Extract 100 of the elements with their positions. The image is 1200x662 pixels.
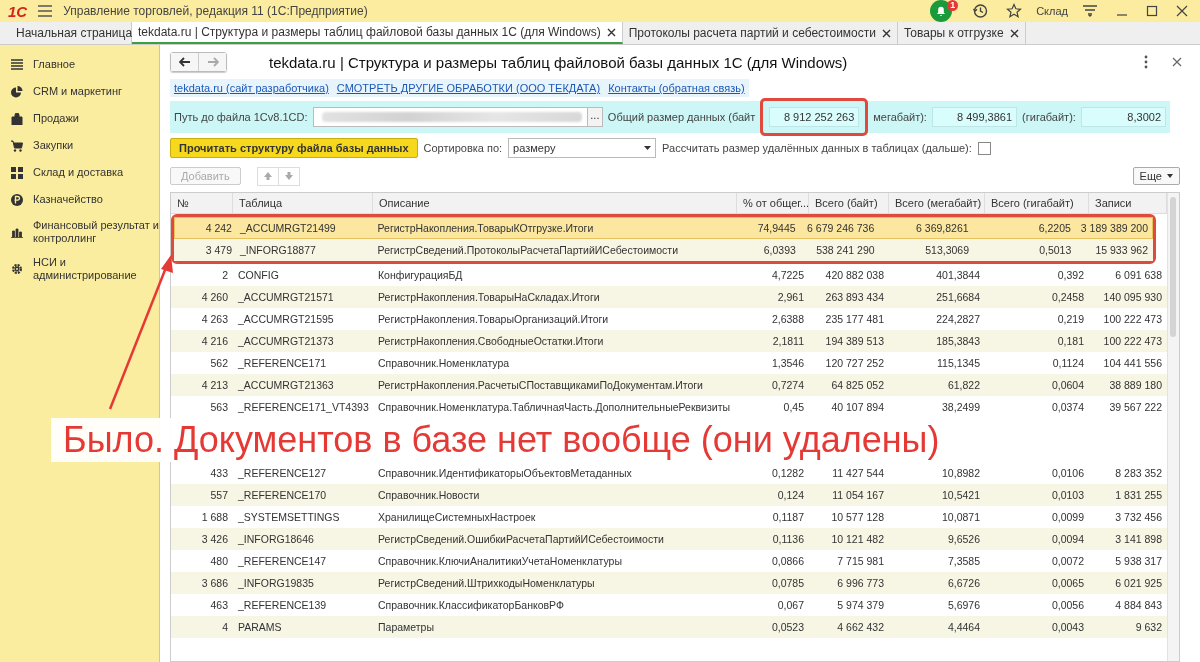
table-cell-text: Справочник.ИдентификаторыОбъектовМетаданных (377, 466, 633, 481)
column-header[interactable]: % от общег... (737, 193, 809, 213)
table-cell-text: _REFERENCE147 (237, 554, 328, 569)
table-cell-text: CONFIG (237, 268, 280, 283)
table-row[interactable]: 3 686 _INFORG19835 РегистрСведений.ШтрихкодыНоменклатуры 0,0785 6 996 773 6,6726 0,0065 6 021 925 (171, 572, 1167, 594)
close-icon[interactable] (1009, 28, 1019, 38)
user-name[interactable]: Склад (1036, 5, 1068, 17)
star-icon[interactable] (1006, 3, 1023, 19)
table-row[interactable]: 2 CONFIG КонфигурацияБД 4,7225 420 882 038 401,3844 0,392 6 091 638 (171, 264, 1167, 286)
forward-arrow-icon (206, 57, 219, 67)
table-cell-text: _REFERENCE171_VT4393 (237, 400, 370, 415)
column-header[interactable]: № (171, 193, 233, 213)
table-cell-text: 0,45 (782, 400, 805, 415)
tab[interactable]: Товары к отгрузке (897, 22, 1026, 44)
table-cell-text: 0,2458 (1050, 290, 1085, 305)
table-cell-text: 9 632 (1134, 620, 1163, 635)
close-icon[interactable] (1172, 57, 1182, 67)
table-cell-text: _INFORG19835 (237, 576, 315, 591)
table-cell-text: 513,3069 (924, 243, 970, 258)
field-label: Путь до файла 1Cv8.1CD: (174, 111, 308, 123)
table-cell-text: 0,5013 (1038, 243, 1073, 258)
table-cell-text: 6 091 638 (1114, 268, 1163, 283)
table-cell-text: 0,0523 (770, 620, 805, 635)
table-row[interactable]: 480 _REFERENCE147 Справочник.КлючиАналитикиУчетаНоменклатуры 0,0866 7 715 981 7,3585 0,0072 5 938 317 (171, 550, 1167, 572)
link[interactable]: tekdata.ru (сайт разработчика) (174, 82, 329, 94)
table-row[interactable]: 4 216 _ACCUMRGT21373 РегистрНакопления.СвободныеОстатки.Итоги 2,1811 194 389 513 185,3843 0,181 100 222 473 (171, 330, 1167, 352)
scrollbar[interactable] (1167, 193, 1179, 661)
bar-chart-icon (11, 225, 23, 238)
sort-dropdown[interactable]: размеру (508, 138, 657, 158)
sidebar-item[interactable]: Финансовый результат и контроллинг (0, 213, 159, 250)
table-cell-text: 6,2205 (1037, 221, 1072, 236)
notifications-button[interactable]: 1 (930, 0, 959, 22)
table-row[interactable]: 1 688 _SYSTEMSETTINGS ХранилищеСистемныхНастроек 0,1187 10 577 128 10,0871 0,0099 3 732 456 (171, 506, 1167, 528)
close-icon[interactable] (606, 27, 616, 37)
sidebar-item[interactable]: Казначейство (0, 186, 159, 213)
size-mb-field: 8 499,3861 (931, 107, 1018, 127)
tab[interactable]: Протоколы расчета партий и себестоимости (622, 22, 898, 44)
browse-button[interactable]: ... (586, 108, 602, 126)
window-title: Управление торговлей, редакция 11 (1С:Предприятие) (63, 4, 368, 18)
table-row[interactable]: 3 479 _INFORG18877 РегистрСведений.ПротоколыРасчетаПартийИСебестоимости 6,0393 538 241 290 513,3069 0,5013 15 933 962 (174, 239, 1153, 261)
sidebar-item[interactable]: CRM и маркетинг (0, 78, 159, 105)
column-header[interactable]: Всего (байт) (809, 193, 889, 213)
close-icon[interactable] (881, 28, 891, 38)
sidebar-item[interactable]: Закупки (0, 132, 159, 159)
link[interactable]: СМОТРЕТЬ ДРУГИЕ ОБРАБОТКИ (ООО ТЕКДАТА) (336, 82, 601, 94)
settings-menu-icon[interactable] (1082, 4, 1098, 18)
more-icon[interactable] (1144, 55, 1148, 69)
table-cell-text: _ACCUMRGT21363 (237, 378, 335, 393)
list-icon (11, 58, 23, 71)
table-cell-text: 10,0871 (941, 510, 981, 525)
table-cell-text: 0,0072 (1050, 554, 1085, 569)
table-cell-text: 115,1345 (936, 356, 981, 371)
table-cell-text: 0,124 (776, 488, 805, 503)
column-header[interactable]: Таблица (233, 193, 373, 213)
table-cell-text: 5,6976 (946, 598, 981, 613)
sidebar-item[interactable]: Склад и доставка (0, 159, 159, 186)
column-header[interactable]: Всего (гигабайт) (985, 193, 1089, 213)
table-row[interactable]: 4 260 _ACCUMRGT21571 РегистрНакопления.ТоварыНаСкладах.Итоги 2,961 263 893 434 251,6684 0,2458 140 095 930 (171, 286, 1167, 308)
sidebar-item[interactable]: НСИ и администрирование (0, 250, 159, 287)
table-cell-text: РегистрНакопления.ТоварыНаСкладах.Итоги (377, 290, 601, 305)
sidebar-item[interactable]: Главное (0, 51, 159, 78)
table-cell-text: _ACCUMRGT21373 (237, 334, 335, 349)
menu-icon[interactable] (37, 5, 54, 17)
field-label: мегабайт): (873, 111, 927, 123)
table-cell-text: 0,0604 (1050, 378, 1085, 393)
link[interactable]: Контакты (обратная связь) (608, 82, 745, 94)
field-label: Общий размер данных (байт (607, 111, 756, 123)
table-cell-text: Справочник.Новости (377, 488, 481, 503)
history-icon[interactable] (972, 3, 989, 19)
back-button[interactable] (171, 53, 198, 71)
more-button[interactable]: Еще (1132, 167, 1180, 185)
column-header[interactable]: Всего (мегабайт) (889, 193, 985, 213)
path-field[interactable]: ... (312, 107, 603, 127)
table-row[interactable]: 4 213 _ACCUMRGT21363 РегистрНакопления.РасчетыСПоставщикамиПоДокументам.Итоги 0,7274 64 825 052 61,822 0,0604 38 889 180 (171, 374, 1167, 396)
table-cell-text: 0,0094 (1050, 532, 1085, 547)
table-row[interactable]: 562 _REFERENCE171 Справочник.Номенклатура 1,3546 120 727 252 115,1345 0,1124 104 441 556 (171, 352, 1167, 374)
column-header[interactable]: Описание (373, 193, 737, 213)
read-structure-button[interactable]: Прочитать структуру файла базы данных (170, 138, 418, 158)
table-row[interactable]: 4 PARAMS Параметры 0,0523 4 662 432 4,4464 0,0043 9 632 (171, 616, 1167, 638)
table-cell-text: 38 889 180 (1108, 378, 1163, 393)
table-cell-text: Параметры (377, 620, 435, 635)
table-cell-text: 224,2827 (935, 312, 981, 327)
table-cell-text: 538 241 290 (815, 243, 876, 258)
tab[interactable]: tekdata.ru | Структура и размеры таблиц файловой базы данных 1С (для Windows) (132, 22, 623, 44)
table-cell-text: _REFERENCE127 (237, 466, 328, 481)
table-row[interactable]: 433 _REFERENCE127 Справочник.ИдентификаторыОбъектовМетаданных 0,1282 11 427 544 10,8982 0,0106 8 283 352 (171, 462, 1167, 484)
table-cell-text: 6,0393 (762, 243, 797, 258)
table-row[interactable]: 563 _REFERENCE171_VT4393 Справочник.Номенклатура.ТабличнаяЧасть.ДополнительныеРеквизиты 0,45 40 107 894 38,2499 0,0374 39 567 222 (171, 396, 1167, 418)
table-cell-text: РегистрСведений.ОшибкиРасчетаПартийИСебестоимости (377, 532, 665, 547)
table-row[interactable]: 3 426 _INFORG18646 РегистрСведений.ОшибкиРасчетаПартийИСебестоимости 0,1136 10 121 482 9,6526 0,0094 3 141 898 (171, 528, 1167, 550)
field-label: (гигабайт): (1022, 111, 1076, 123)
table-row[interactable]: 4 242 _ACCUMRGT21499 РегистрНакопления.ТоварыКОтгрузке.Итоги 74,9445 6 679 246 736 6 369,8261 6,2205 3 189 389 200 (174, 217, 1153, 239)
table-row[interactable]: 463 _REFERENCE139 Справочник.КлассификаторБанковРФ 0,067 5 974 379 5,6976 0,0056 4 884 843 (171, 594, 1167, 616)
table-row[interactable]: 557 _REFERENCE170 Справочник.Новости 0,124 11 054 167 10,5421 0,0103 1 831 255 (171, 484, 1167, 506)
table-row[interactable]: 4 263 _ACCUMRGT21595 РегистрНакопления.ТоварыОрганизаций.Итоги 2,6388 235 177 481 224,2827 0,219 100 222 473 (171, 308, 1167, 330)
checkbox[interactable] (977, 141, 991, 155)
sidebar-item[interactable]: Продажи (0, 105, 159, 132)
close-icon[interactable] (1176, 5, 1188, 17)
maximize-icon[interactable] (1146, 5, 1158, 17)
table-cell-text: КонфигурацияБД (377, 268, 464, 283)
